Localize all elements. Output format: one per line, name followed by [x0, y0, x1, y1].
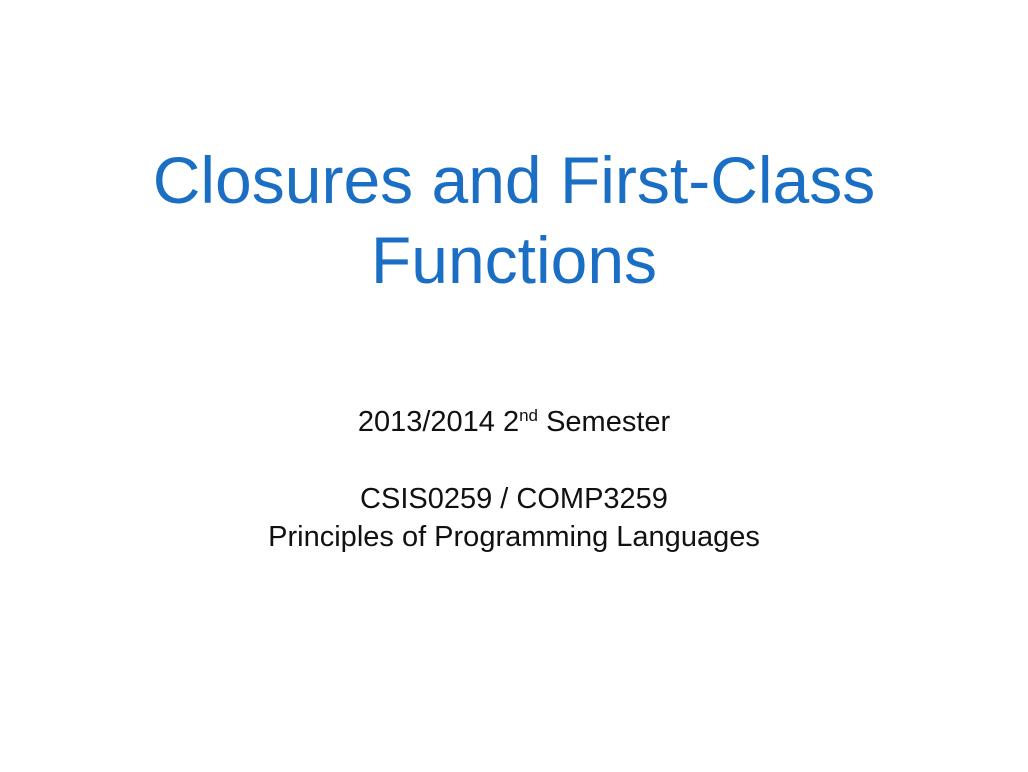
slide-title: Closures and First-Class Functions: [0, 140, 1028, 300]
semester-prefix: 2013/2014 2: [357, 406, 520, 438]
course-code: CSIS0259 / COMP3259: [360, 483, 668, 515]
semester-suffix: Semester: [538, 406, 671, 438]
slide-title-line-2: Functions: [370, 223, 658, 297]
semester-label: 2013/2014 2nd Semester: [0, 404, 1028, 440]
semester-ordinal-suffix: nd: [519, 406, 539, 425]
course-name: Principles of Programming Languages: [268, 521, 760, 553]
slide: Closures and First-Class Functions 2013/…: [0, 0, 1028, 772]
slide-title-line-1: Closures and First-Class: [152, 143, 876, 217]
